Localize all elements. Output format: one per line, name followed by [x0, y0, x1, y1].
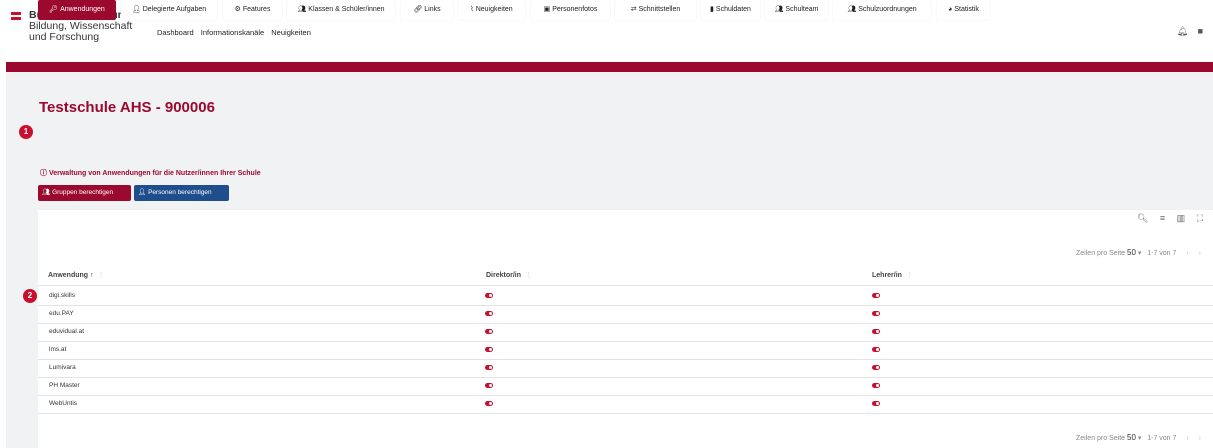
toggle-teacher[interactable]: [872, 311, 880, 316]
tab-anwendungen[interactable]: 🔑︎ Anwendungen: [38, 0, 116, 20]
tab-delegierte-aufgaben[interactable]: 👤︎ Delegierte Aufgaben: [121, 0, 217, 20]
users-icon: 👥︎: [42, 189, 53, 196]
pagination-top: Zeilen pro Seite 50 ▾ 1-7 von 7 ‹ ›: [1076, 248, 1201, 257]
table-row: digi.skills: [38, 287, 1213, 305]
building-icon: ▮: [710, 6, 714, 13]
toggle-director[interactable]: [485, 311, 493, 316]
divider: [38, 413, 1213, 414]
application-name: Lumivara: [49, 364, 76, 371]
brand-line-3: und Forschung: [29, 31, 100, 43]
table-toolbar: 🔍︎ ≡ ▥ ⛶: [1128, 213, 1203, 224]
page-title: Testschule AHS - 900006: [39, 99, 215, 116]
user-icon: 👤︎: [138, 189, 149, 196]
chevron-down-icon: ▾: [1137, 435, 1142, 442]
table-row: WebUntis: [38, 395, 1213, 413]
chevron-down-icon: ▾: [1137, 250, 1142, 257]
toggle-teacher[interactable]: [872, 293, 880, 298]
table-row: lms.at: [38, 341, 1213, 359]
application-name: lms.at: [49, 346, 67, 353]
pagination-bottom: Zeilen pro Seite 50 ▾ 1-7 von 7 ‹ ›: [1076, 433, 1201, 442]
nav-neuigkeiten[interactable]: Neuigkeiten: [271, 28, 311, 37]
users-icon: 👥︎: [297, 6, 307, 13]
filter-icon[interactable]: ≡: [1160, 213, 1165, 223]
fullscreen-icon[interactable]: ⛶: [1197, 213, 1203, 223]
step-marker: 2: [23, 289, 37, 303]
divider: [38, 285, 1213, 286]
toggle-director[interactable]: [485, 383, 493, 388]
users-icon: 👥︎: [774, 6, 784, 13]
gruppen-berechtigen-button[interactable]: 👥︎ Gruppen berechtigen: [38, 185, 131, 201]
link-icon: 🔗︎: [413, 6, 423, 13]
users-icon: 👥︎: [847, 6, 857, 13]
table-row: edu.PAY: [38, 305, 1213, 323]
toggle-teacher[interactable]: [872, 401, 880, 406]
columns-icon[interactable]: ▥: [1177, 213, 1186, 223]
table-row: Lumivara: [38, 359, 1213, 377]
tab-neuigkeiten[interactable]: ⌇ Neuigkeiten: [458, 0, 525, 20]
key-icon: 🔑︎: [49, 6, 59, 13]
toggle-director[interactable]: [485, 401, 493, 406]
search-icon[interactable]: 🔍︎: [1137, 213, 1148, 223]
column-header-lehrer[interactable]: Lehrer/in ⋮: [872, 271, 913, 279]
tab-features[interactable]: ⚙ Features: [223, 0, 282, 20]
tab-schuldaten[interactable]: ▮ Schuldaten: [701, 0, 760, 20]
column-header-direktor[interactable]: Direktor/in ⋮: [486, 271, 532, 279]
next-page-icon[interactable]: ›: [1199, 435, 1201, 442]
next-page-icon[interactable]: ›: [1199, 250, 1201, 257]
toggle-director[interactable]: [485, 365, 493, 370]
toggle-director[interactable]: [485, 329, 493, 334]
tab-schnittstellen[interactable]: ⇄ Schnittstellen: [615, 0, 696, 20]
page-range: 1-7 von 7: [1147, 250, 1177, 257]
logo-flag-icon: [11, 17, 21, 20]
exchange-icon: ⇄: [630, 6, 637, 13]
application-name: PH Master: [49, 382, 80, 389]
column-header-anwendung[interactable]: Anwendung ↑ ⋮: [48, 271, 105, 279]
tab-schulzuordnungen[interactable]: 👥︎ Schulzuordnungen: [833, 0, 931, 20]
application-name: digi.skills: [49, 292, 76, 299]
top-navigation: Dashboard Informationskanäle Neuigkeiten: [157, 28, 316, 37]
bell-icon[interactable]: 🔔︎: [1177, 26, 1188, 36]
rows-per-page-select[interactable]: 50: [1127, 248, 1136, 257]
info-heading: ⓘ Verwaltung von Anwendungen für die Nut…: [40, 170, 261, 177]
nav-dashboard[interactable]: Dashboard: [157, 28, 194, 37]
toggle-director[interactable]: [485, 347, 493, 352]
prev-page-icon[interactable]: ‹: [1186, 435, 1188, 442]
toggle-teacher[interactable]: [872, 347, 880, 352]
logo-flag-icon: [11, 12, 21, 15]
application-name: WebUntis: [49, 400, 78, 407]
personen-berechtigen-button[interactable]: 👤︎ Personen berechtigen: [134, 185, 229, 201]
tab-schulteam[interactable]: 👥︎ Schulteam: [765, 0, 828, 20]
rss-icon: ⌇: [470, 6, 474, 13]
prev-page-icon[interactable]: ‹: [1186, 250, 1188, 257]
help-circle-icon: ⓘ: [40, 170, 49, 177]
chat-icon[interactable]: ■: [1198, 26, 1203, 36]
rows-per-page-select[interactable]: 50: [1127, 433, 1136, 442]
tab-statistik[interactable]: ◕ Statistik: [937, 0, 990, 20]
nav-informationskanaele[interactable]: Informationskanäle: [201, 28, 264, 37]
toggle-teacher[interactable]: [872, 329, 880, 334]
toggle-director[interactable]: [485, 293, 493, 298]
step-marker: 1: [19, 125, 33, 139]
application-name: eduvidual.at: [49, 328, 85, 335]
tab-links[interactable]: 🔗︎ Links: [401, 0, 453, 20]
header-band: [6, 62, 1213, 72]
id-card-icon: ▣: [543, 6, 551, 13]
table-row: eduvidual.at: [38, 323, 1213, 341]
toggle-teacher[interactable]: [872, 383, 880, 388]
page-range: 1-7 von 7: [1147, 435, 1177, 442]
tab-personenfotos[interactable]: ▣ Personenfotos: [531, 0, 610, 20]
gears-icon: ⚙: [234, 6, 241, 13]
tab-klassen-schueler[interactable]: 👥︎ Klassen & Schüler/innen: [287, 0, 395, 20]
application-name: edu.PAY: [49, 310, 74, 317]
user-gear-icon: 👤︎: [131, 6, 141, 13]
table-row: PH Master: [38, 377, 1213, 395]
toggle-teacher[interactable]: [872, 365, 880, 370]
pie-chart-icon: ◕: [948, 6, 953, 13]
sort-arrow-up-icon: ↑: [90, 272, 94, 279]
